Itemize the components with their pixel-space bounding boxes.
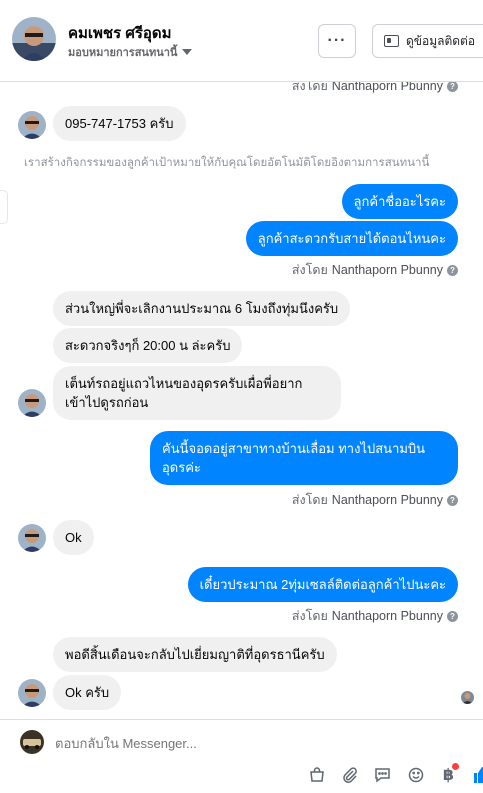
message-in-4[interactable]: Ok: [53, 520, 94, 555]
reply-composer: ฿: [0, 719, 483, 793]
sent-by-name: Nanthaporn Pbunny: [331, 493, 443, 507]
contact-name[interactable]: คมเพชร ศรีอุดม: [68, 21, 172, 45]
side-panel-tab[interactable]: [0, 190, 8, 224]
sent-by-name: Nanthaporn Pbunny: [331, 609, 443, 623]
sent-by-prefix: ส่งโดย: [291, 609, 328, 623]
contact-avatar-small: [18, 679, 46, 707]
message-out-4[interactable]: เดี๋ยวประมาณ 2ทุ่มเซลล์ติดต่อลูกค้าไปนะค…: [187, 567, 458, 602]
sent-by-label: ส่งโดย Nanthaporn Pbunny ?: [292, 490, 458, 510]
message-out-3[interactable]: คันนี้จอดอยู่สาขาทางบ้านเลื่อม ทางไปสนาม…: [150, 431, 458, 485]
sent-by-label: ส่งโดย Nanthaporn Pbunny ?: [292, 260, 458, 280]
system-note: เราสร้างกิจกรรมของลูกค้าเป้าหมายให้กับคุ…: [24, 157, 430, 169]
contact-avatar-small: [18, 111, 46, 139]
sent-by-name: Nanthaporn Pbunny: [331, 82, 443, 93]
more-options-button[interactable]: ···: [318, 24, 356, 58]
contact-avatar-small: [18, 389, 46, 417]
baht-icon: ฿: [442, 763, 460, 784]
contact-avatar[interactable]: [12, 17, 56, 61]
conversation-header: คมเพชร ศรีอุดม มอบหมายการสนทนานี้ ··· ดู…: [0, 0, 483, 82]
assign-conversation[interactable]: มอบหมายการสนทนานี้: [68, 43, 193, 61]
saved-reply-icon[interactable]: [366, 764, 399, 786]
assign-label: มอบหมายการสนทนานี้: [68, 47, 178, 59]
sent-by-name: Nanthaporn Pbunny: [331, 263, 443, 277]
message-phone[interactable]: 095-747-1753 ครับ: [53, 106, 186, 141]
reply-input[interactable]: [55, 736, 455, 751]
help-icon[interactable]: ?: [447, 610, 458, 622]
message-in-5[interactable]: พอดีสิ้นเดือนจะกลับไปเยี่ยมญาติที่อุดรธา…: [53, 637, 337, 672]
sent-by-label: ส่งโดย Nanthaporn Pbunny ?: [292, 606, 458, 626]
help-icon[interactable]: ?: [447, 82, 458, 92]
sent-by-prefix: ส่งโดย: [291, 263, 328, 277]
message-thread[interactable]: ส่งโดย Nanthaporn Pbunny ? 095-747-1753 …: [0, 82, 483, 719]
like-icon[interactable]: [465, 764, 483, 786]
emoji-icon[interactable]: [399, 764, 432, 786]
message-in-3[interactable]: เต็นท์รถอยู่แถวไหนของอุดรครับเผื่อพี่อยา…: [53, 366, 341, 420]
sent-by-label: ส่งโดย Nanthaporn Pbunny ?: [292, 82, 458, 96]
view-contact-label: ดูข้อมูลติดต่อ: [406, 33, 476, 48]
message-in-1[interactable]: ส่วนใหญ่พี่จะเลิกงานประมาณ 6 โมงถึงทุ่มน…: [53, 291, 351, 326]
shopping-bag-icon[interactable]: [300, 764, 333, 786]
composer-toolbar: ฿: [300, 763, 483, 786]
caret-down-icon: [182, 49, 193, 55]
message-in-2[interactable]: สะดวกจริงๆก็ 20:00 น ล่ะครับ: [53, 328, 243, 363]
help-icon[interactable]: ?: [447, 494, 458, 506]
sent-by-prefix: ส่งโดย: [291, 493, 328, 507]
message-in-6[interactable]: Ok ครับ: [53, 675, 122, 710]
contact-avatar-small: [18, 524, 46, 552]
seen-avatar: [461, 691, 474, 704]
view-contact-button[interactable]: ดูข้อมูลติดต่อ: [372, 24, 483, 58]
help-icon[interactable]: ?: [447, 264, 458, 276]
page-avatar: [20, 730, 44, 754]
sent-by-prefix: ส่งโดย: [291, 82, 328, 93]
payment-icon[interactable]: ฿: [432, 763, 465, 786]
contact-card-icon: [384, 35, 399, 47]
paperclip-icon[interactable]: [333, 764, 366, 786]
message-out-1[interactable]: ลูกค้าชื่ออะไรคะ: [341, 184, 458, 219]
message-out-2[interactable]: ลูกค้าสะดวกรับสายได้ตอนไหนคะ: [245, 221, 458, 256]
